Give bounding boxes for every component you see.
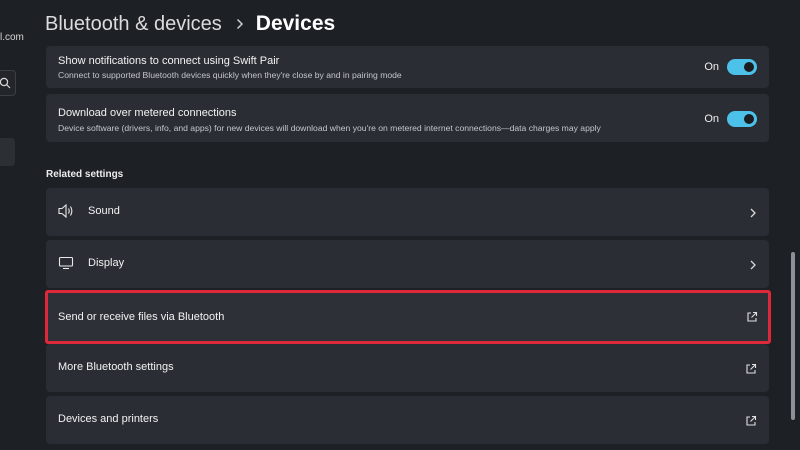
related-item-label: More Bluetooth settings (58, 361, 174, 373)
related-item-label: Devices and printers (58, 413, 159, 425)
account-email: l.com (0, 32, 24, 43)
toggle-state-label: On (704, 61, 719, 73)
setting-description: Connect to supported Bluetooth devices q… (58, 70, 402, 80)
page-title: Devices (255, 12, 336, 35)
related-settings-heading: Related settings (46, 169, 124, 180)
related-item-label: Sound (88, 205, 120, 217)
related-item-sound[interactable]: Sound (46, 188, 769, 236)
vertical-scrollbar[interactable] (791, 252, 795, 420)
toggle-state-label: On (704, 113, 719, 125)
open-external-icon (745, 414, 757, 432)
sidebar-selected-item[interactable] (0, 138, 15, 166)
open-external-icon (746, 310, 758, 328)
toggle-knob (744, 114, 754, 124)
metered-download-setting: Download over metered connections Device… (46, 94, 769, 142)
settings-window: l.com Bluetooth & devices Devices Show n… (0, 0, 800, 450)
speaker-icon (58, 203, 74, 223)
chevron-right-icon (749, 258, 757, 276)
related-item-devices-printers[interactable]: Devices and printers (46, 396, 769, 444)
monitor-icon (58, 256, 74, 275)
swift-pair-toggle[interactable] (727, 59, 757, 75)
setting-description: Device software (drivers, info, and apps… (58, 123, 601, 133)
metered-download-toggle[interactable] (727, 111, 757, 127)
chevron-right-icon (236, 18, 244, 30)
setting-title: Show notifications to connect using Swif… (58, 55, 280, 67)
setting-title: Download over metered connections (58, 107, 237, 119)
related-item-label: Send or receive files via Bluetooth (58, 311, 225, 323)
breadcrumb-parent[interactable]: Bluetooth & devices (45, 13, 222, 36)
swift-pair-setting: Show notifications to connect using Swif… (46, 46, 769, 88)
related-item-more-bluetooth[interactable]: More Bluetooth settings (46, 344, 769, 392)
chevron-right-icon (749, 206, 757, 224)
search-icon (0, 77, 11, 89)
open-external-icon (745, 362, 757, 380)
breadcrumb: Bluetooth & devices Devices (45, 8, 335, 40)
toggle-knob (744, 62, 754, 72)
related-item-label: Display (88, 257, 125, 269)
related-item-send-receive-files[interactable]: Send or receive files via Bluetooth (45, 290, 771, 344)
sidebar-search-box[interactable] (0, 70, 16, 96)
related-item-display[interactable]: Display (46, 240, 769, 288)
